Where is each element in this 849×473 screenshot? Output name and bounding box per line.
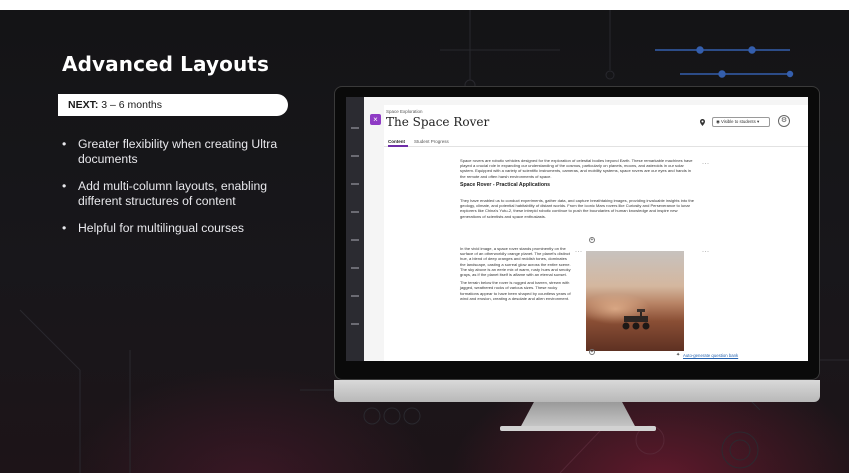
auto-generate-link[interactable]: Auto-generate question bank <box>683 353 738 358</box>
sidebar-item[interactable] <box>351 323 359 325</box>
left-column: In the vivid image, a space rover stands… <box>460 246 572 304</box>
monitor-base <box>500 426 656 431</box>
rover-icon <box>622 309 650 330</box>
chevron-down-icon: ▾ <box>755 119 760 124</box>
section-heading: Space Rover - Practical Applications <box>460 182 551 188</box>
lms-sidebar <box>346 97 364 361</box>
plus-circle-icon[interactable]: + <box>589 349 595 355</box>
ellipsis-icon[interactable]: ··· <box>702 249 710 255</box>
applications-paragraph: They have enabled us to conduct experime… <box>460 198 694 219</box>
location-pin-icon[interactable] <box>700 119 705 128</box>
next-timeframe: 3 – 6 months <box>98 99 162 111</box>
bullet-item: Helpful for multilingual courses <box>62 221 302 236</box>
visibility-label: Visible to students <box>720 119 756 124</box>
sidebar-item[interactable] <box>351 267 359 269</box>
close-panel-button[interactable]: × <box>370 114 381 125</box>
monitor-stand <box>520 402 636 428</box>
document-panel: Space Exploration The Space Rover ◉ Visi… <box>384 105 808 361</box>
column-paragraph: The terrain below the rover is rugged an… <box>460 280 571 301</box>
monitor-screen: × Space Exploration The Space Rover ◉ Vi… <box>346 97 808 361</box>
bullet-item: Greater flexibility when creating Ultra … <box>62 137 302 167</box>
tab-student-progress[interactable]: Student Progress <box>414 139 449 144</box>
next-label: NEXT: <box>68 99 99 111</box>
breadcrumb[interactable]: Space Exploration <box>386 109 423 114</box>
ellipsis-icon[interactable]: ··· <box>702 161 710 167</box>
gear-icon[interactable]: ⚙ <box>778 115 790 127</box>
sidebar-item[interactable] <box>351 127 359 129</box>
monitor-chin <box>334 380 820 402</box>
intro-paragraph: Space rovers are robotic vehicles design… <box>460 158 693 179</box>
page-title: The Space Rover <box>386 115 490 129</box>
active-tab-indicator <box>388 145 408 147</box>
tab-content[interactable]: Content <box>388 139 405 144</box>
sidebar-item[interactable] <box>351 183 359 185</box>
ellipsis-icon[interactable]: ··· <box>575 249 583 255</box>
column-paragraph: In the vivid image, a space rover stands… <box>460 246 571 278</box>
mars-rover-image <box>586 251 684 351</box>
tab-bar: Content Student Progress <box>384 137 808 147</box>
sidebar-item[interactable] <box>351 295 359 297</box>
visibility-dropdown[interactable]: ◉ Visible to students ▾ <box>712 117 770 127</box>
next-timeline-bar: NEXT: 3 – 6 months <box>58 94 288 116</box>
bullet-item: Add multi-column layouts, enabling diffe… <box>62 179 302 209</box>
slide-title: Advanced Layouts <box>62 52 269 76</box>
sparkle-wand-icon: ✦ <box>676 352 681 358</box>
bullet-list: Greater flexibility when creating Ultra … <box>62 137 302 248</box>
sidebar-item[interactable] <box>351 211 359 213</box>
plus-circle-icon[interactable]: + <box>589 237 595 243</box>
sidebar-item[interactable] <box>351 155 359 157</box>
sidebar-item[interactable] <box>351 239 359 241</box>
